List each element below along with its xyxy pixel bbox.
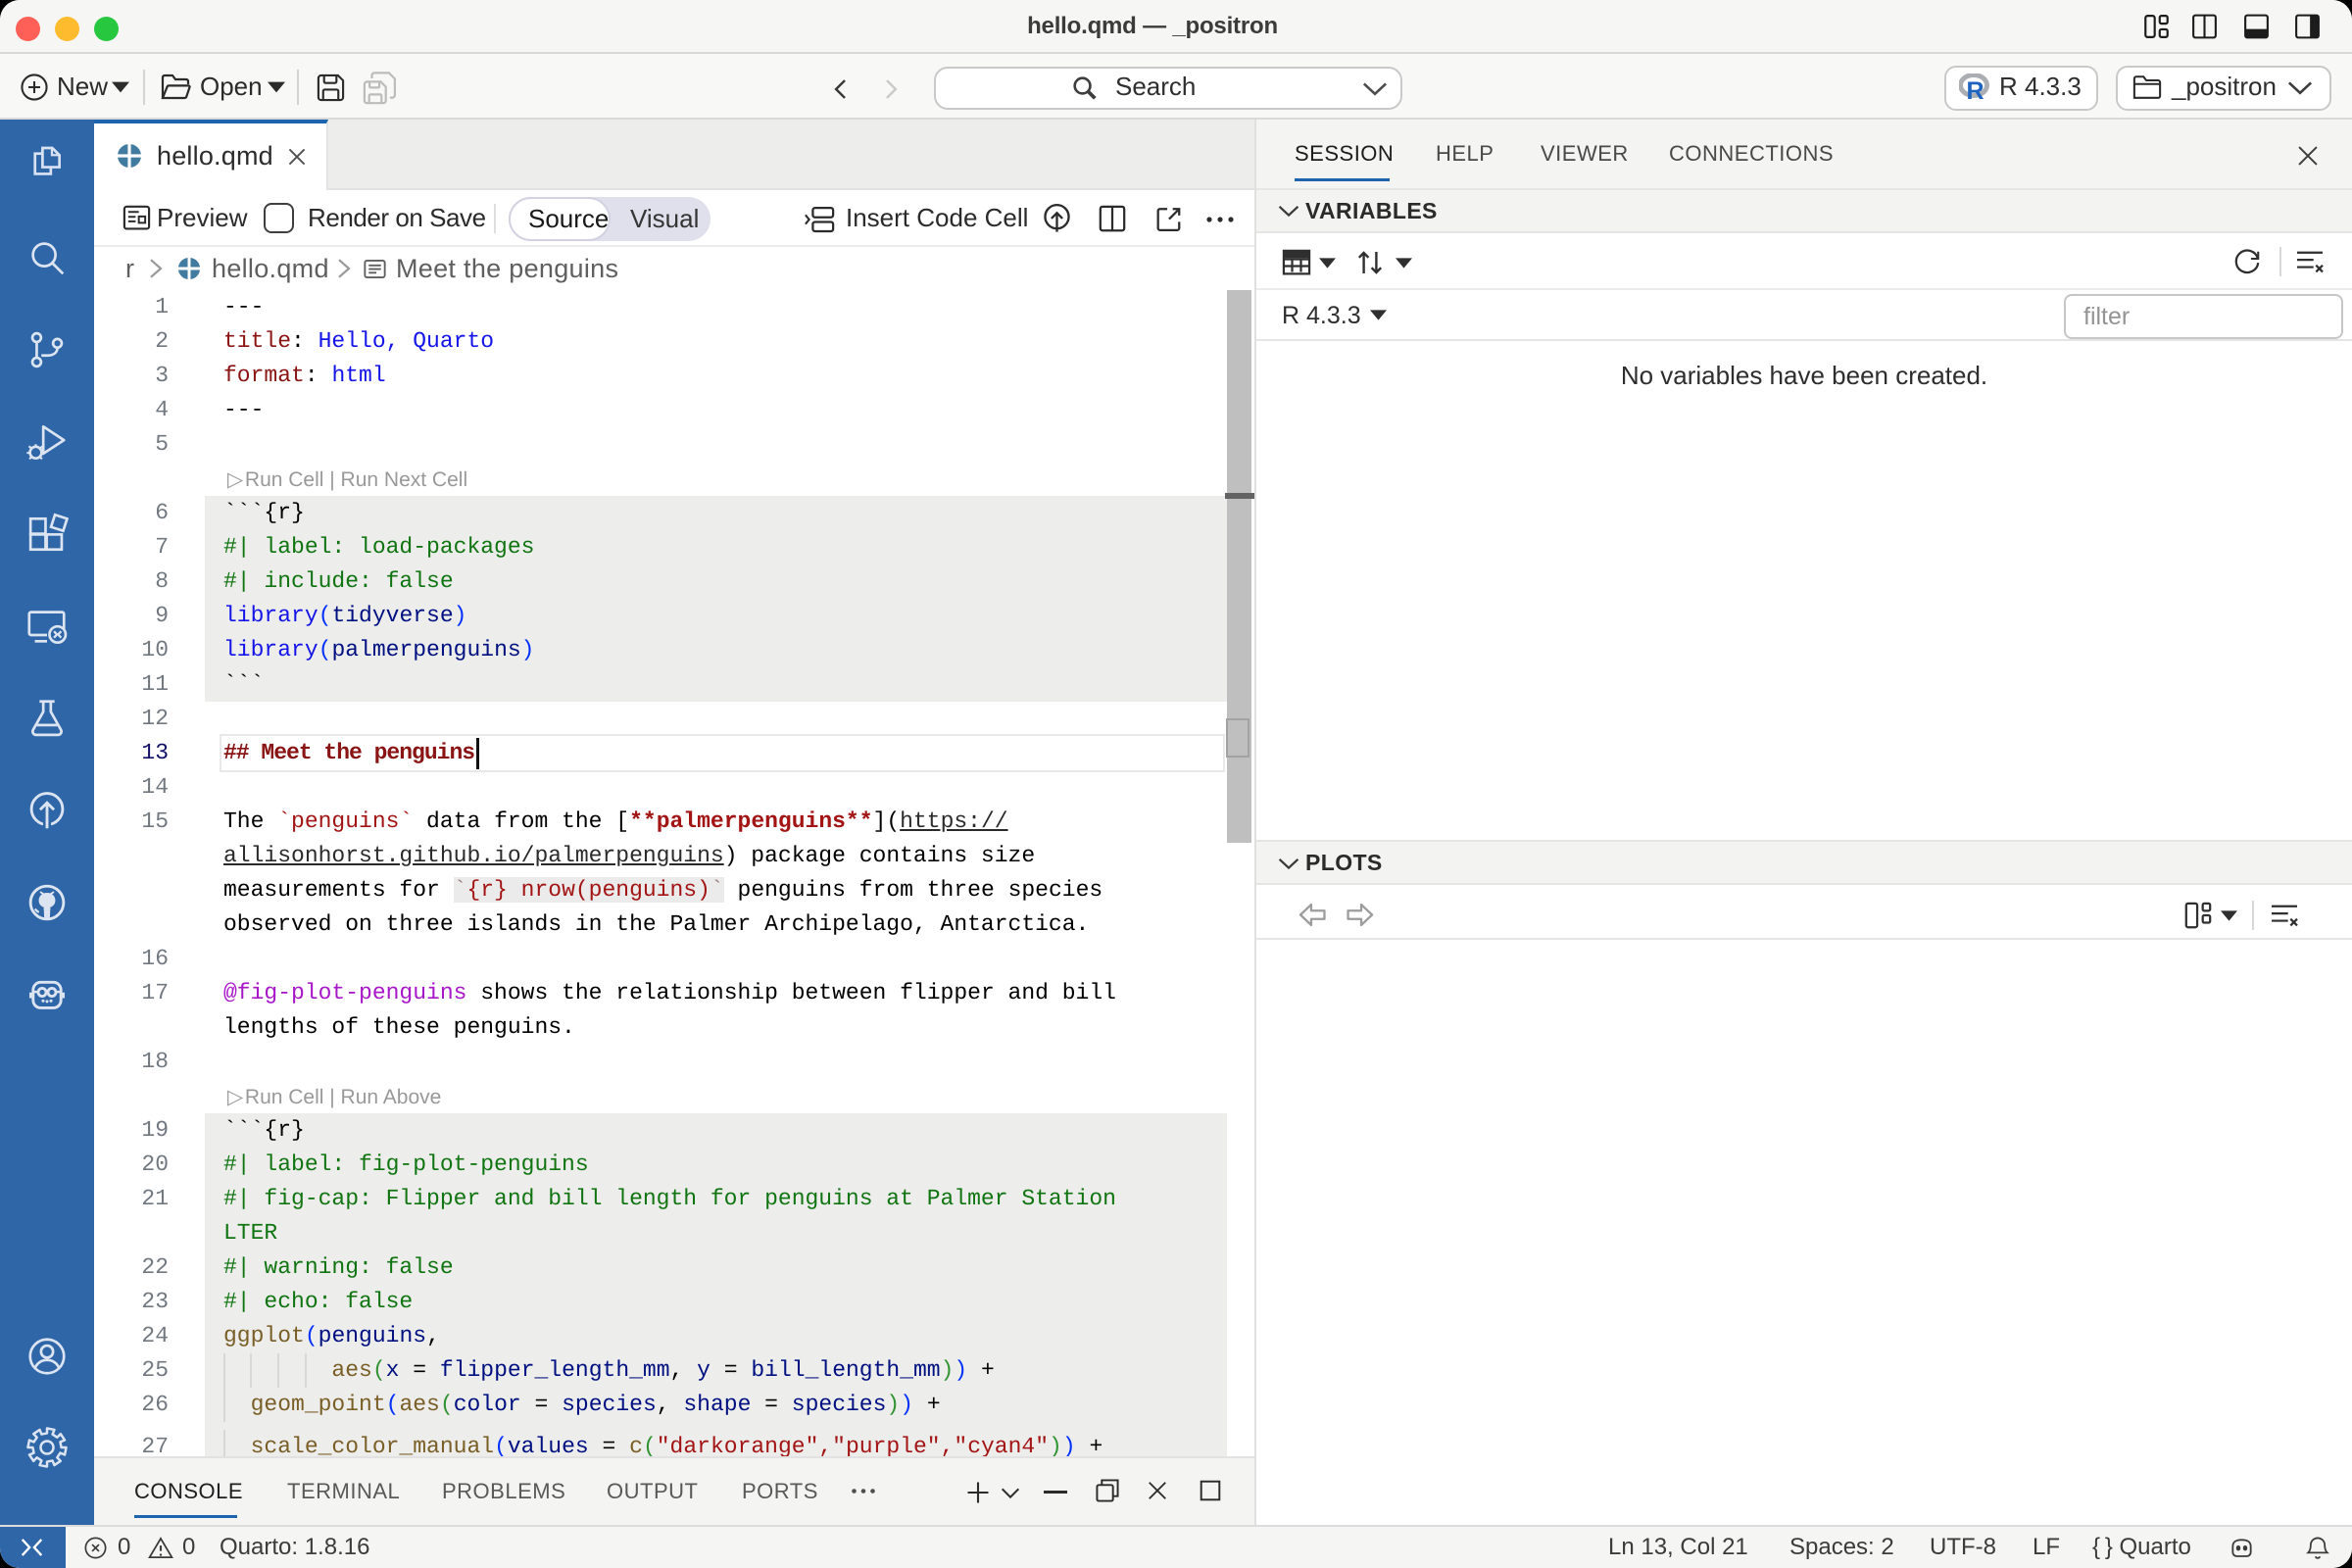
- svg-text:R: R: [1967, 77, 1984, 101]
